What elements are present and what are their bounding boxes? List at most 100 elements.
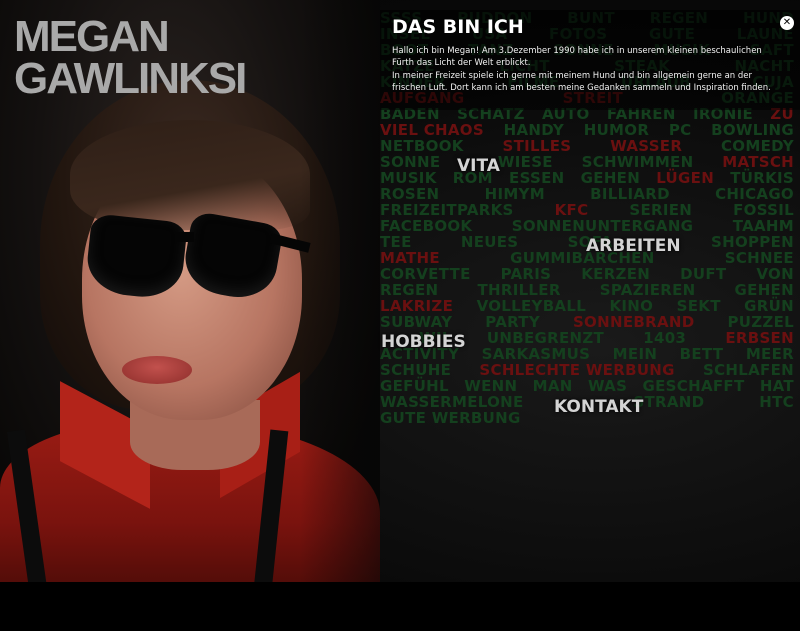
word-cloud-word: HUMOR — [583, 121, 650, 139]
word-cloud-word: SUBWAY — [380, 313, 453, 331]
word-cloud-word: LÜGEN — [656, 169, 715, 187]
word-cloud-word: TEE — [380, 233, 412, 251]
word-cloud-word: ESSEN — [509, 169, 565, 187]
word-cloud-word: STILLES — [502, 137, 572, 155]
word-cloud-word: GESCHAFFT — [642, 377, 745, 395]
word-cloud-word: GEFÜHL — [380, 377, 449, 395]
word-cloud-word: NEUES — [460, 233, 519, 251]
word-cloud-line: REGEN THRILLER SPAZIEREN GEHEN — [380, 282, 794, 298]
word-cloud-word: REGEN — [380, 281, 439, 299]
word-cloud-word: SCHWIMMEN — [581, 153, 694, 171]
word-cloud-word: WAS — [588, 377, 628, 395]
site-logo-name: MEGAN GAWLINKSI — [14, 12, 247, 103]
word-cloud-word: NETBOOK — [380, 137, 464, 155]
word-cloud-word: GEHEN — [580, 169, 641, 187]
word-cloud-line: CORVETTE PARIS KERZEN DUFT VON — [380, 266, 794, 282]
word-cloud-word: SCHLAFEN — [703, 361, 794, 379]
word-cloud-word: PUZZEL — [727, 313, 794, 331]
word-cloud-word: CORVETTE — [380, 265, 471, 283]
intro-paragraph-1: Hallo ich bin Megan! Am 3.Dezember 1990 … — [392, 46, 762, 68]
word-cloud-word: BILLIARD — [590, 185, 670, 203]
word-cloud-word: KERZEN — [581, 265, 651, 283]
word-cloud-word: WASSER — [610, 137, 683, 155]
word-cloud-word: KINO — [609, 297, 654, 315]
close-button[interactable]: ✕ — [780, 16, 794, 30]
word-cloud-word: MAN — [532, 377, 573, 395]
intro-heading: DAS BIN ICH — [392, 16, 524, 38]
word-cloud-word: BETT — [679, 345, 724, 363]
word-cloud-word: PARTY — [485, 313, 540, 331]
word-cloud-word: STRAND — [633, 393, 705, 411]
photo-edge-fade — [300, 0, 380, 582]
word-cloud-word: SCHLECHTE WERBUNG — [479, 361, 675, 379]
word-cloud-line: VIEL CHAOS HANDY HUMOR PC BOWLING — [380, 122, 794, 138]
word-cloud-word: MEER — [745, 345, 794, 363]
word-cloud-word: SONNENUNTERGANG — [511, 217, 694, 235]
nav-link-vita[interactable]: VITA — [457, 156, 500, 176]
sunglasses-bridge — [176, 232, 194, 242]
word-cloud-word: SONNEBRAND — [572, 313, 695, 331]
nav-link-hobbies[interactable]: HOBBIES — [381, 332, 466, 352]
word-cloud-word: MATSCH — [722, 153, 794, 171]
word-cloud-word: SHOPPEN — [711, 233, 794, 251]
word-cloud-word: SPAZIEREN — [599, 281, 696, 299]
word-cloud-line: FREIZEITPARKS KFC SERIEN FOSSIL — [380, 202, 794, 218]
intro-panel: DAS BIN ICH Hallo ich bin Megan! Am 3.De… — [380, 10, 800, 110]
word-cloud-word: VIEL CHAOS — [380, 121, 484, 139]
word-cloud-word: MATHE — [380, 249, 440, 267]
page-background: MEGAN GAWLINKSI SSSSPUDDONBUNTREGENHUNDI… — [0, 0, 800, 631]
word-cloud-line: MUSIK ROM ESSEN GEHEN LÜGEN TÜRKIS — [380, 170, 794, 186]
nav-link-kontakt[interactable]: KONTAKT — [554, 397, 643, 417]
word-cloud-word: HAT — [759, 377, 794, 395]
word-cloud-word: HTC — [759, 393, 794, 411]
word-cloud-word: SERIEN — [629, 201, 693, 219]
word-cloud-line: ROSEN HIMYM BILLIARD CHICAGO — [380, 186, 794, 202]
word-cloud-word: PC — [668, 121, 692, 139]
word-cloud-word: HIMYM — [484, 185, 545, 203]
word-cloud-word: ERBSEN — [725, 329, 794, 347]
word-cloud-line: SONNE WIESE SCHWIMMEN MATSCH — [380, 154, 794, 170]
word-cloud-word: WIESE — [497, 153, 553, 171]
word-cloud-word: HANDY — [503, 121, 565, 139]
word-cloud-word: DUFT — [680, 265, 727, 283]
word-cloud-line: GEFÜHL WENN MAN WAS GESCHAFFT HAT — [380, 378, 794, 394]
word-cloud-word: VON — [756, 265, 794, 283]
word-cloud-word: SARKASMUS — [481, 345, 591, 363]
word-cloud-word: FREIZEITPARKS — [380, 201, 514, 219]
word-cloud-word: THRILLER — [477, 281, 561, 299]
footer-band — [0, 582, 800, 631]
word-cloud-word: COMEDY — [721, 137, 794, 155]
logo-line-last: GAWLINKSI — [14, 54, 247, 103]
word-cloud-line: NETBOOK STILLES WASSER COMEDY — [380, 138, 794, 154]
word-cloud-word: SCHUHE — [380, 361, 452, 379]
intro-paragraph-2: In meiner Freizeit spiele ich gerne mit … — [392, 71, 771, 93]
word-cloud-word: FACEBOOK — [380, 217, 473, 235]
word-cloud-line: SUBWAY PARTY SONNEBRAND PUZZEL — [380, 314, 794, 330]
word-cloud-word: 1403 — [643, 329, 687, 347]
word-cloud-word: TÜRKIS — [730, 169, 794, 187]
word-cloud-word: FOSSIL — [733, 201, 794, 219]
word-cloud-word: LAKRIZE — [380, 297, 454, 315]
word-cloud-word: VOLLEYBALL — [476, 297, 587, 315]
nav-link-arbeiten[interactable]: ARBEITEN — [586, 236, 681, 256]
word-cloud-word: SCHNEE — [724, 249, 794, 267]
word-cloud-line: LAKRIZE VOLLEYBALL KINO SEKT GRÜN — [380, 298, 794, 314]
word-cloud-line: SCHUHE SCHLECHTE WERBUNG SCHLAFEN — [380, 362, 794, 378]
photo-bangs — [70, 120, 310, 230]
word-cloud-line: FACEBOOK SONNENUNTERGANG TAAHM — [380, 218, 794, 234]
word-cloud-word: TAAHM — [732, 217, 794, 235]
word-cloud-word: SONNE — [380, 153, 441, 171]
word-cloud-word: BOWLING — [711, 121, 794, 139]
word-cloud-word: ROSEN — [380, 185, 440, 203]
word-cloud-word: KFC — [554, 201, 589, 219]
word-cloud-word: PARIS — [500, 265, 552, 283]
word-cloud-word: GEHEN — [734, 281, 794, 299]
word-cloud-word: GRÜN — [744, 297, 794, 315]
word-cloud-word: GUTE WERBUNG — [380, 409, 521, 427]
word-cloud-word: WASSERMELONE — [380, 393, 524, 411]
word-cloud-word: WENN — [464, 377, 518, 395]
logo-line-first: MEGAN — [14, 12, 170, 61]
word-cloud-word: MEIN — [612, 345, 658, 363]
photo-lips — [122, 356, 192, 384]
word-cloud-word: CHICAGO — [715, 185, 794, 203]
